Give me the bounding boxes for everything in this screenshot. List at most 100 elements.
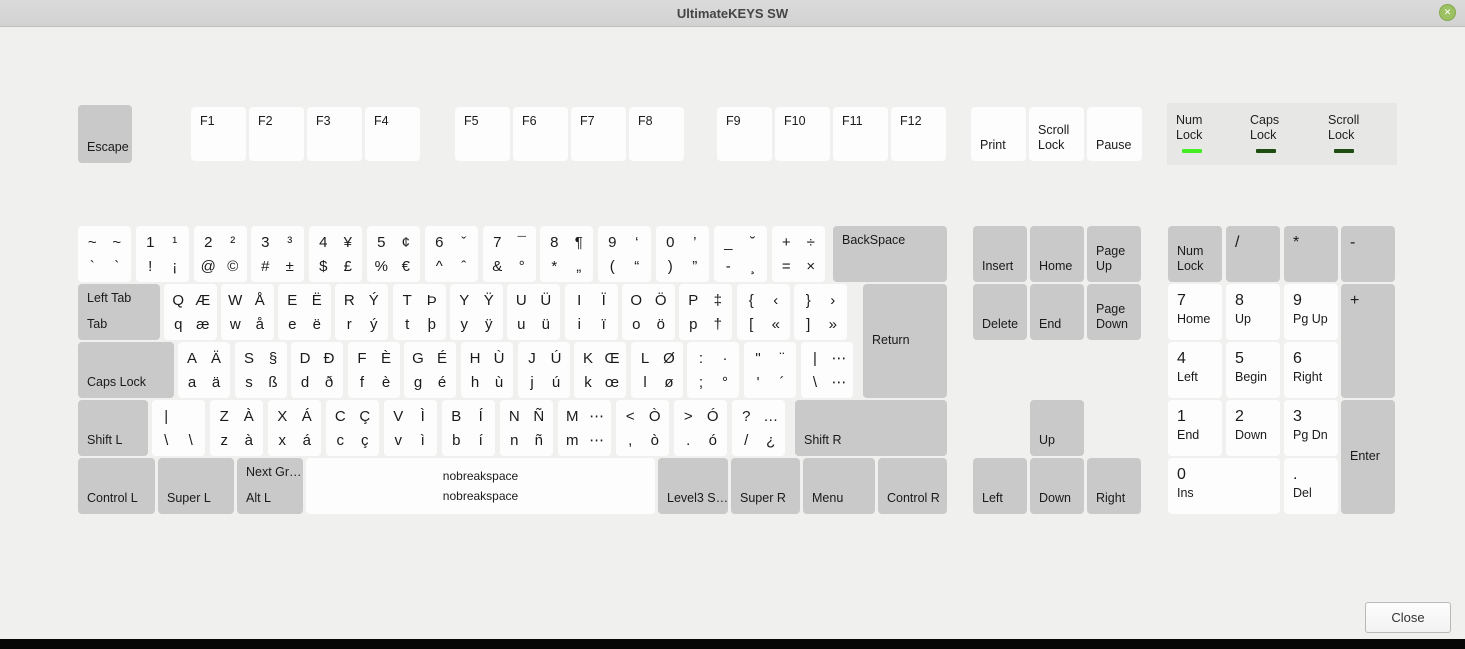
key-7[interactable]: 7¯&° — [483, 226, 536, 282]
key-period[interactable]: >Ó.ó — [674, 400, 727, 456]
key-level3-shift[interactable]: Level3 S… — [658, 458, 728, 514]
key-kp-5[interactable]: 5Begin — [1226, 342, 1280, 398]
key-arrow-up[interactable]: Up — [1030, 400, 1084, 456]
key-menu[interactable]: Menu — [803, 458, 875, 514]
key-s[interactable]: S§sß — [235, 342, 287, 398]
key-0[interactable]: 0’)” — [656, 226, 709, 282]
key-page-down[interactable]: PageDown — [1087, 284, 1141, 340]
key-space[interactable]: nobreakspacenobreakspace — [306, 458, 655, 514]
key-4[interactable]: 4¥$£ — [309, 226, 362, 282]
key-scroll-lock[interactable]: ScrollLock — [1029, 107, 1084, 161]
key-kp-0[interactable]: 0Ins — [1168, 458, 1280, 514]
key-control-l[interactable]: Control L — [78, 458, 155, 514]
key-backspace[interactable]: BackSpace — [833, 226, 947, 282]
key-9[interactable]: 9‘(“ — [598, 226, 651, 282]
key-x[interactable]: XÁxá — [268, 400, 321, 456]
key-apostrophe[interactable]: "¨'´ — [744, 342, 796, 398]
key-bracket-right[interactable]: }›]» — [794, 284, 847, 340]
key-d[interactable]: DÐdð — [291, 342, 343, 398]
key-6[interactable]: 6ˇ^ˆ — [425, 226, 478, 282]
key-c[interactable]: CÇcç — [326, 400, 379, 456]
key-f[interactable]: FÈfè — [348, 342, 400, 398]
key-g[interactable]: GÉgé — [404, 342, 456, 398]
key-f10[interactable]: F10 — [775, 107, 830, 161]
key-shift-r[interactable]: Shift R — [795, 400, 947, 456]
key-equal[interactable]: +÷=× — [772, 226, 825, 282]
key-kp-3[interactable]: 3Pg Dn — [1284, 400, 1338, 456]
key-caps-lock[interactable]: Caps Lock — [78, 342, 174, 398]
key-home[interactable]: Home — [1030, 226, 1084, 282]
key-f6[interactable]: F6 — [513, 107, 568, 161]
key-arrow-down[interactable]: Down — [1030, 458, 1084, 514]
key-f4[interactable]: F4 — [365, 107, 420, 161]
key-n[interactable]: NÑnñ — [500, 400, 553, 456]
key-o[interactable]: OÖoö — [622, 284, 675, 340]
key-kp-num-lock[interactable]: NumLock — [1168, 226, 1222, 282]
key-p[interactable]: P‡p† — [679, 284, 732, 340]
key-r[interactable]: RÝrý — [335, 284, 388, 340]
key-f2[interactable]: F2 — [249, 107, 304, 161]
key-escape[interactable]: Escape — [78, 105, 132, 163]
key-j[interactable]: JÚjú — [518, 342, 570, 398]
key-8[interactable]: 8¶*„ — [540, 226, 593, 282]
key-f7[interactable]: F7 — [571, 107, 626, 161]
key-super-l[interactable]: Super L — [158, 458, 234, 514]
key-h[interactable]: HÙhù — [461, 342, 513, 398]
key-t[interactable]: TÞtþ — [393, 284, 446, 340]
key-1[interactable]: 1¹!¡ — [136, 226, 189, 282]
key-arrow-right[interactable]: Right — [1087, 458, 1141, 514]
key-backslash[interactable]: |⋯\⋯ — [801, 342, 853, 398]
key-kp-decimal[interactable]: .Del — [1284, 458, 1338, 514]
key-intl-backslash[interactable]: |\\ — [152, 400, 205, 456]
key-b[interactable]: BÍbí — [442, 400, 495, 456]
key-f1[interactable]: F1 — [191, 107, 246, 161]
key-f8[interactable]: F8 — [629, 107, 684, 161]
key-kp-add[interactable]: + — [1341, 284, 1395, 398]
key-l[interactable]: LØlø — [631, 342, 683, 398]
key-e[interactable]: EËeë — [278, 284, 331, 340]
key-bracket-left[interactable]: {‹[« — [737, 284, 790, 340]
key-w[interactable]: WÅwå — [221, 284, 274, 340]
key-f5[interactable]: F5 — [455, 107, 510, 161]
key-u[interactable]: UÜuü — [507, 284, 560, 340]
key-f11[interactable]: F11 — [833, 107, 888, 161]
key-q[interactable]: QÆqæ — [164, 284, 217, 340]
key-kp-1[interactable]: 1End — [1168, 400, 1222, 456]
key-i[interactable]: IÏiï — [565, 284, 618, 340]
key-3[interactable]: 3³#± — [251, 226, 304, 282]
key-minus[interactable]: _˘-¸ — [714, 226, 767, 282]
key-f3[interactable]: F3 — [307, 107, 362, 161]
key-kp-9[interactable]: 9Pg Up — [1284, 284, 1338, 340]
key-5[interactable]: 5¢%€ — [367, 226, 420, 282]
key-m[interactable]: M⋯m⋯ — [558, 400, 611, 456]
key-insert[interactable]: Insert — [973, 226, 1027, 282]
key-f12[interactable]: F12 — [891, 107, 946, 161]
key-grave[interactable]: ~~`` — [78, 226, 131, 282]
key-end[interactable]: End — [1030, 284, 1084, 340]
key-return[interactable]: Return — [863, 284, 947, 398]
key-print[interactable]: Print — [971, 107, 1026, 161]
key-shift-l[interactable]: Shift L — [78, 400, 148, 456]
key-kp-multiply[interactable]: * — [1284, 226, 1338, 282]
key-y[interactable]: YŸyÿ — [450, 284, 503, 340]
key-kp-subtract[interactable]: - — [1341, 226, 1395, 282]
key-k[interactable]: KŒkœ — [574, 342, 626, 398]
key-a[interactable]: AÄaä — [178, 342, 230, 398]
key-kp-4[interactable]: 4Left — [1168, 342, 1222, 398]
key-f9[interactable]: F9 — [717, 107, 772, 161]
key-kp-enter[interactable]: Enter — [1341, 400, 1395, 514]
key-comma[interactable]: <Ò,ò — [616, 400, 669, 456]
key-page-up[interactable]: PageUp — [1087, 226, 1141, 282]
key-z[interactable]: ZÀzà — [210, 400, 263, 456]
key-kp-divide[interactable]: / — [1226, 226, 1280, 282]
key-arrow-left[interactable]: Left — [973, 458, 1027, 514]
key-tab[interactable]: Left TabTab — [78, 284, 160, 340]
key-kp-7[interactable]: 7Home — [1168, 284, 1222, 340]
key-alt-l[interactable]: Next Gr…Alt L — [237, 458, 303, 514]
close-button[interactable]: Close — [1365, 602, 1451, 633]
key-kp-2[interactable]: 2Down — [1226, 400, 1280, 456]
key-control-r[interactable]: Control R — [878, 458, 947, 514]
key-delete[interactable]: Delete — [973, 284, 1027, 340]
key-2[interactable]: 2²@© — [194, 226, 247, 282]
key-pause[interactable]: Pause — [1087, 107, 1142, 161]
